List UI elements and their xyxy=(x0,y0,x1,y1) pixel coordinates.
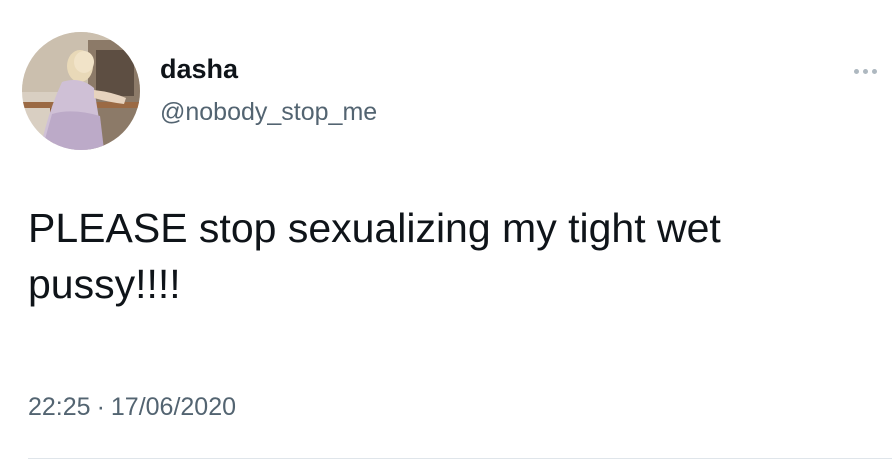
tweet-date: 17/06/2020 xyxy=(110,393,237,421)
avatar[interactable] xyxy=(22,32,140,150)
more-dots-icon xyxy=(863,69,868,74)
tweet-card: dasha @nobody_stop_me PLEASE stop sexual… xyxy=(0,0,892,467)
display-name[interactable]: dasha xyxy=(160,52,238,86)
meta-separator: · xyxy=(96,393,105,421)
tweet-time: 22:25 xyxy=(28,393,91,421)
divider xyxy=(28,458,892,459)
more-dots-icon xyxy=(854,69,859,74)
profile-photo-icon xyxy=(22,32,140,150)
tweet-text: PLEASE stop sexualizing my tight wet pus… xyxy=(28,205,721,307)
tweet-timestamp[interactable]: 22:25 · 17/06/2020 xyxy=(28,391,236,423)
user-handle[interactable]: @nobody_stop_me xyxy=(160,96,377,128)
more-dots-icon xyxy=(872,69,877,74)
more-options-button[interactable] xyxy=(846,60,886,84)
